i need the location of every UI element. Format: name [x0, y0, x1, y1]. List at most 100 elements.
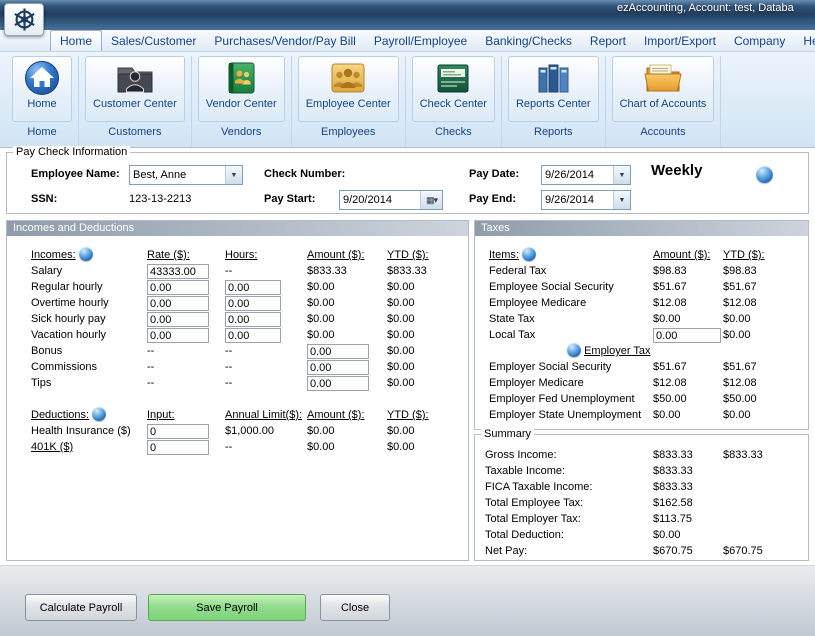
income-hours: -- [225, 263, 307, 279]
summary-ytd [723, 511, 789, 527]
pay-end-value: 9/26/2014 [542, 191, 613, 209]
toolbar-group-label: Reports [534, 126, 573, 138]
incomes-help-globe-icon[interactable] [79, 247, 93, 261]
income-amount: $0.00 [307, 327, 387, 343]
toolbar-group-label: Vendors [221, 126, 261, 138]
pay-start-datepicker[interactable]: 9/20/2014 ▦▾ [339, 190, 443, 210]
income-row-label: Sick hourly pay [31, 311, 147, 327]
tab-home[interactable]: Home [50, 30, 102, 51]
income-rate: -- [147, 343, 225, 359]
commissions-amount-input[interactable] [307, 360, 369, 375]
dropdown-arrow-icon[interactable]: ▼ [225, 166, 242, 184]
bonus-amount-input[interactable] [307, 344, 369, 359]
calendar-dropdown-icon[interactable]: ▦▾ [420, 191, 442, 209]
deductions-help-globe-icon[interactable] [92, 407, 106, 421]
tax-amount: $51.67 [653, 359, 723, 375]
tab-help[interactable]: Help [794, 31, 815, 51]
taxes-table: Items: Amount ($): YTD ($): Federal Tax … [489, 247, 789, 423]
summary-amount: $833.33 [653, 447, 723, 463]
employee-name-select[interactable]: Best, Anne ▼ [129, 165, 243, 185]
check-center-icon [431, 59, 475, 97]
taxes-panel: Taxes Items: Amount ($): YTD ($): Federa… [474, 220, 809, 430]
income-rate-cell [147, 295, 225, 311]
chart-of-accounts-icon [641, 59, 685, 97]
customer-center-icon [113, 59, 157, 97]
tab-sales-customer[interactable]: Sales/Customer [102, 31, 205, 51]
paycheck-help-globe-icon[interactable] [756, 166, 773, 183]
employer-tax-help-globe-icon[interactable] [567, 343, 581, 357]
toolbar-item-check-center[interactable]: Check Center Checks [406, 56, 502, 147]
summary-table: Gross Income: $833.33 $833.33 Taxable In… [485, 447, 789, 559]
toolbar-item-customer-center[interactable]: Customer Center Customers [79, 56, 192, 147]
calculate-payroll-button[interactable]: Calculate Payroll [25, 594, 137, 621]
tab-payroll-employee[interactable]: Payroll/Employee [365, 31, 476, 51]
tab-import-export[interactable]: Import/Export [635, 31, 725, 51]
income-row-label: Vacation hourly [31, 327, 147, 343]
income-hours: -- [225, 359, 307, 375]
payroll-form: Pay Check Information Employee Name: Bes… [0, 148, 815, 565]
tab-banking-checks[interactable]: Banking/Checks [476, 31, 581, 51]
sick-hourly-hours-input[interactable] [225, 312, 281, 327]
regular-hourly-hours-input[interactable] [225, 280, 281, 295]
deduction-ytd: $0.00 [387, 439, 451, 455]
salary-rate-input[interactable] [147, 264, 209, 279]
tax-row-label: Employer Medicare [489, 375, 653, 391]
pay-date-select[interactable]: 9/26/2014 ▼ [541, 165, 631, 185]
income-ytd: $0.00 [387, 375, 451, 391]
tax-ytd: $0.00 [723, 407, 789, 423]
pay-end-select[interactable]: 9/26/2014 ▼ [541, 190, 631, 210]
tax-row-label: Federal Tax [489, 263, 653, 279]
taxes-header: Taxes [475, 221, 808, 236]
app-menu-button[interactable] [4, 3, 44, 36]
toolbar-item-chart-of-accounts[interactable]: Chart of Accounts Accounts [606, 56, 722, 147]
employee-center-icon [326, 59, 370, 97]
toolbar-reports-box: Reports Center [508, 56, 599, 122]
tab-report[interactable]: Report [581, 31, 635, 51]
deduction-input-cell [147, 439, 225, 455]
deduction-401k-link[interactable]: 401K ($) [31, 439, 147, 455]
summary-amount: $0.00 [653, 527, 723, 543]
summary-row-label: Total Deduction: [485, 527, 653, 543]
summary-row-label: Gross Income: [485, 447, 653, 463]
close-button[interactable]: Close [320, 594, 390, 621]
footer-bar: Calculate Payroll Save Payroll Close [0, 565, 815, 636]
tab-purchases-vendor-pay-bill[interactable]: Purchases/Vendor/Pay Bill [205, 31, 364, 51]
income-rate: -- [147, 359, 225, 375]
dropdown-arrow-icon[interactable]: ▼ [613, 166, 630, 184]
taxes-help-globe-icon[interactable] [522, 247, 536, 261]
summary-ytd: $670.75 [723, 543, 789, 559]
save-payroll-button[interactable]: Save Payroll [148, 594, 306, 621]
income-hours-cell [225, 311, 307, 327]
dropdown-arrow-icon[interactable]: ▼ [613, 191, 630, 209]
local-tax-input[interactable] [653, 328, 721, 343]
health-insurance-input[interactable] [147, 424, 209, 439]
toolbar-check-box: Check Center [412, 56, 495, 122]
tax-amount: $51.67 [653, 279, 723, 295]
ytd-col-header: YTD ($): [387, 247, 451, 263]
vacation-hourly-hours-input[interactable] [225, 328, 281, 343]
tab-company[interactable]: Company [725, 31, 794, 51]
tax-ytd: $0.00 [723, 327, 789, 343]
vacation-hourly-rate-input[interactable] [147, 328, 209, 343]
summary-amount: $162.58 [653, 495, 723, 511]
toolbar-item-home[interactable]: Home Home [6, 56, 79, 147]
income-ytd: $0.00 [387, 311, 451, 327]
tax-ytd: $98.83 [723, 263, 789, 279]
k401-input[interactable] [147, 440, 209, 455]
income-ytd: $0.00 [387, 343, 451, 359]
income-ytd: $0.00 [387, 327, 451, 343]
summary-row-label: FICA Taxable Income: [485, 479, 653, 495]
regular-hourly-rate-input[interactable] [147, 280, 209, 295]
overtime-hourly-hours-input[interactable] [225, 296, 281, 311]
tips-amount-input[interactable] [307, 376, 369, 391]
tax-row-label: Employer State Unemployment [489, 407, 653, 423]
summary-ytd: $833.33 [723, 447, 789, 463]
tax-amount: $50.00 [653, 391, 723, 407]
pay-date-label: Pay Date: [469, 168, 519, 180]
sick-hourly-rate-input[interactable] [147, 312, 209, 327]
toolbar-item-reports-center[interactable]: Reports Center Reports [502, 56, 606, 147]
toolbar-item-vendor-center[interactable]: Vendor Center Vendors [192, 56, 292, 147]
overtime-hourly-rate-input[interactable] [147, 296, 209, 311]
toolbar-item-employee-center[interactable]: Employee Center Employees [292, 56, 406, 147]
income-ytd: $0.00 [387, 295, 451, 311]
